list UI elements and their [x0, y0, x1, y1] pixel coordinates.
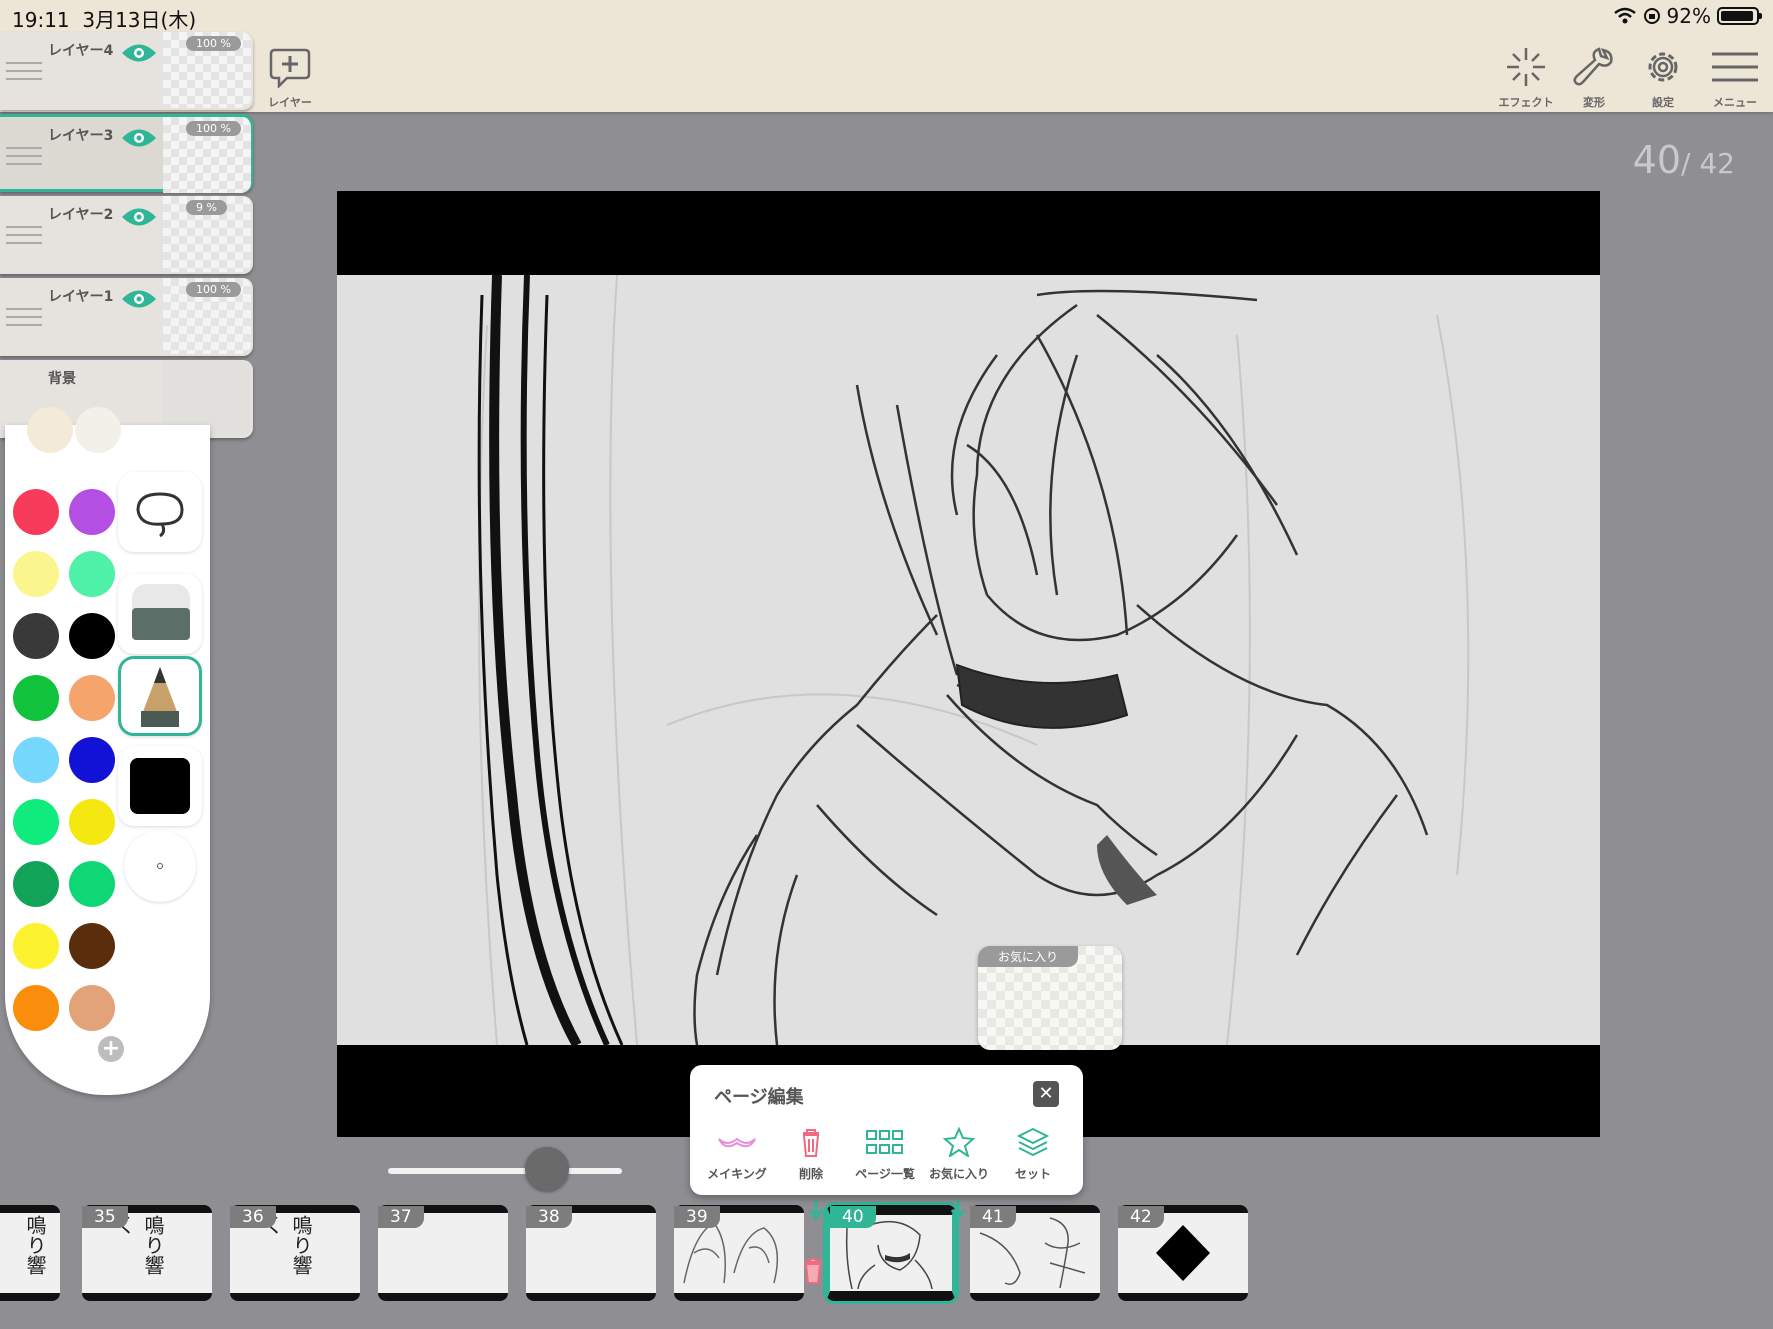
color-swatch[interactable] [69, 675, 115, 721]
eraser-tool[interactable] [118, 574, 202, 654]
current-color-swatch [130, 758, 190, 814]
page-thumbnail[interactable]: 鳴り響 [0, 1205, 60, 1301]
color-swatch[interactable] [13, 489, 59, 535]
drag-handle-icon[interactable] [6, 226, 42, 250]
star-icon [942, 1126, 976, 1159]
page-number: 40 [830, 1206, 876, 1228]
hamburger-icon [1712, 52, 1758, 82]
drawing-canvas[interactable] [337, 275, 1600, 1045]
color-swatch[interactable] [13, 985, 59, 1031]
add-layer-icon [269, 48, 311, 90]
grid-icon [866, 1130, 903, 1154]
color-swatch[interactable] [69, 861, 115, 907]
drag-handle-icon[interactable] [6, 62, 42, 86]
page-number: 39 [674, 1206, 720, 1228]
color-swatch[interactable] [69, 551, 115, 597]
eye-icon[interactable] [120, 288, 158, 310]
color-swatch[interactable] [69, 799, 115, 845]
color-swatch[interactable] [13, 861, 59, 907]
menu-button[interactable]: メニュー [1703, 46, 1767, 110]
lasso-tool[interactable] [118, 472, 202, 552]
lasso-icon [136, 492, 184, 538]
color-swatch[interactable] [13, 613, 59, 659]
layer-name: レイヤー3 [48, 128, 114, 144]
color-swatch[interactable] [13, 799, 59, 845]
layer-name: レイヤー1 [48, 289, 114, 305]
layer-row[interactable]: レイヤー4 100 % [0, 32, 253, 110]
add-color-button[interactable]: + [98, 1036, 124, 1062]
drag-handle-icon[interactable] [6, 147, 42, 171]
color-swatch-partial[interactable] [75, 407, 121, 453]
status-indicators: 92% [1613, 4, 1762, 28]
orientation-lock-icon [1643, 8, 1660, 24]
page-counter: 40/ 42 [1632, 138, 1735, 182]
add-layer-button[interactable]: レイヤー [258, 46, 322, 110]
page-edit-dialog: ページ編集 ✕ メイキング 削除 ページ一覧 お気に入り セット [690, 1065, 1083, 1195]
layers-icon [1016, 1127, 1050, 1157]
layer-name: 背景 [48, 371, 76, 387]
color-swatch-partial[interactable] [27, 407, 73, 453]
eye-icon[interactable] [120, 42, 158, 64]
eye-icon[interactable] [120, 206, 158, 228]
settings-button[interactable]: 設定 [1631, 46, 1695, 110]
effect-button[interactable]: エフェクト [1494, 46, 1558, 110]
layer-row[interactable]: レイヤー2 9 % [0, 196, 253, 274]
wrench-icon [1573, 47, 1613, 86]
layer-opacity: 100 % [186, 121, 241, 136]
trash-icon[interactable] [803, 1258, 823, 1288]
color-swatch[interactable] [13, 675, 59, 721]
status-time: 19:11 3月13日(木) [12, 8, 197, 32]
layer-name: レイヤー2 [48, 207, 114, 223]
layer-name: レイヤー4 [48, 43, 114, 59]
eraser-icon [132, 584, 190, 640]
page-number: 41 [970, 1206, 1016, 1228]
delete-page-button[interactable]: 削除 [774, 1127, 848, 1182]
layer-opacity: 9 % [186, 200, 227, 215]
favorite-button[interactable]: お気に入り [922, 1126, 996, 1182]
color-swatch[interactable] [69, 923, 115, 969]
wifi-icon [1613, 7, 1636, 24]
zoom-slider-knob[interactable] [525, 1147, 570, 1191]
page-number: 38 [526, 1206, 572, 1228]
favorite-preview[interactable]: お気に入り [978, 946, 1122, 1050]
color-swatch[interactable] [13, 551, 59, 597]
color-swatch[interactable] [69, 985, 115, 1031]
drag-handle-icon[interactable] [6, 308, 42, 332]
mustache-icon [718, 1137, 756, 1148]
color-swatch[interactable] [13, 737, 59, 783]
layer-row[interactable]: レイヤー1 100 % [0, 278, 253, 356]
sparkle-icon [1507, 48, 1545, 86]
battery-percent: 92% [1666, 4, 1711, 28]
making-button[interactable]: メイキング [700, 1127, 774, 1182]
zoom-slider-track[interactable] [388, 1168, 622, 1174]
color-swatch[interactable] [69, 613, 115, 659]
page-number: 35 [82, 1206, 128, 1228]
layer-opacity: 100 % [186, 36, 241, 51]
layer-opacity: 100 % [186, 282, 241, 297]
close-button[interactable]: ✕ [1033, 1081, 1059, 1107]
page-list-button[interactable]: ページ一覧 [848, 1127, 922, 1182]
color-swatch[interactable] [69, 737, 115, 783]
eye-icon[interactable] [120, 127, 158, 149]
color-swatch[interactable] [69, 489, 115, 535]
pencil-tool[interactable] [118, 656, 202, 736]
sketch-drawing [477, 275, 1470, 1045]
trash-icon [802, 1129, 820, 1157]
current-color-button[interactable] [118, 746, 202, 826]
gear-icon [1648, 52, 1678, 82]
page-number: 36 [230, 1206, 276, 1228]
page-text: 鳴り響 [23, 1215, 47, 1275]
insert-marker-icon[interactable] [808, 1200, 824, 1228]
battery-icon [1717, 7, 1762, 25]
brush-size-dot [157, 863, 163, 869]
brush-size-button[interactable] [124, 830, 196, 902]
pencil-icon [141, 667, 179, 727]
color-swatch[interactable] [13, 923, 59, 969]
transform-button[interactable]: 変形 [1562, 46, 1626, 110]
page-number: 42 [1118, 1206, 1164, 1228]
layer-row[interactable]: レイヤー3 100 % [0, 114, 253, 193]
insert-marker-icon[interactable] [950, 1200, 966, 1228]
set-button[interactable]: セット [996, 1127, 1070, 1182]
page-number: 37 [378, 1206, 424, 1228]
